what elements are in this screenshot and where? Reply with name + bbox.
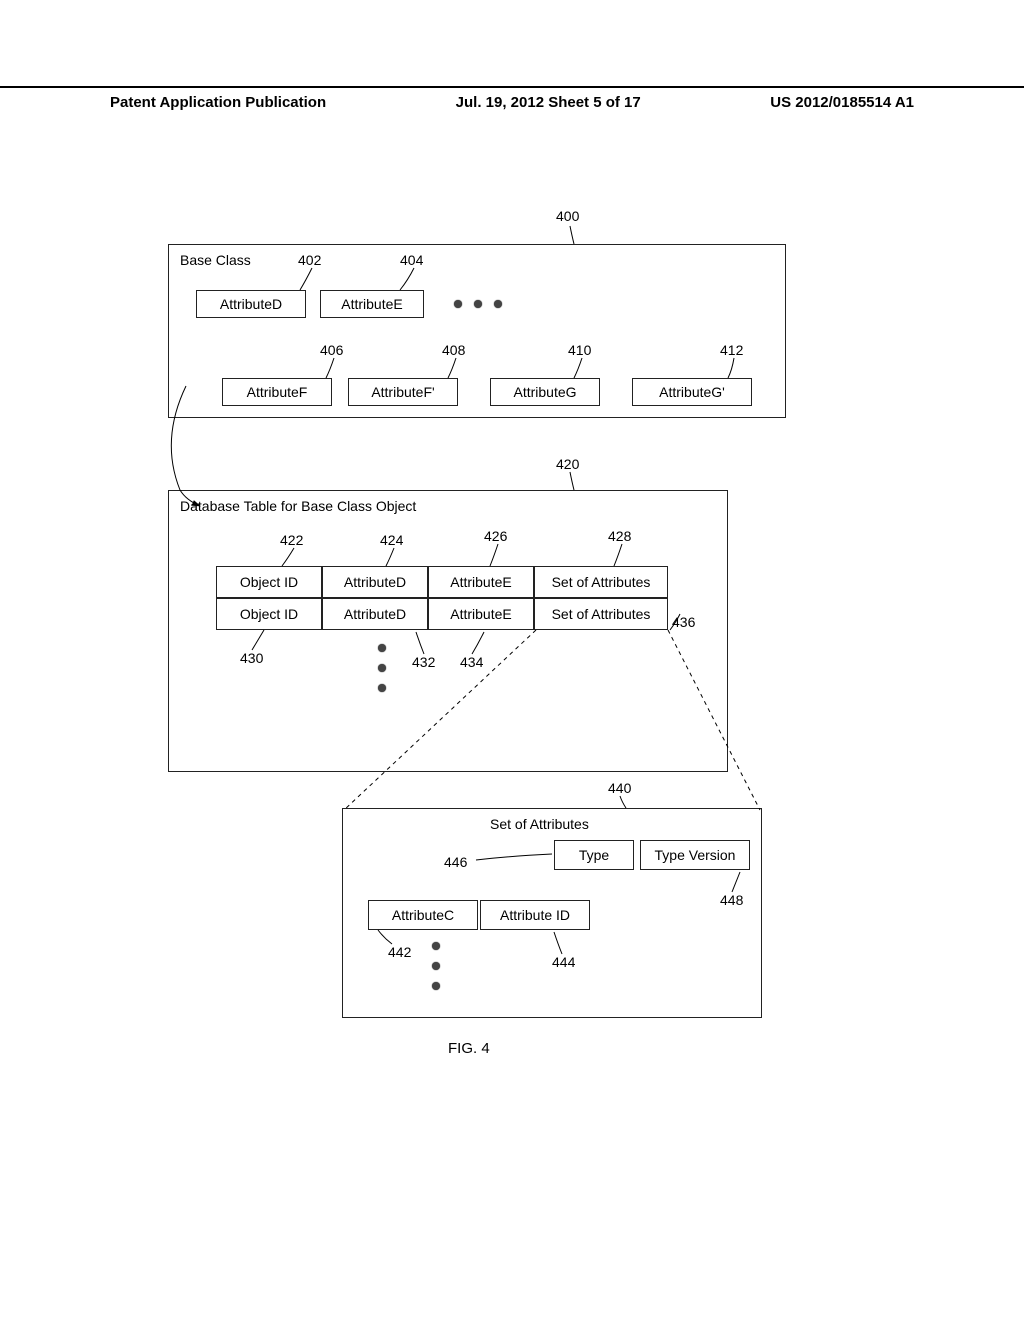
db-table-box <box>168 490 728 772</box>
db-row2-attribute-d: AttributeD <box>322 598 428 630</box>
figure-caption: FIG. 4 <box>448 1040 490 1057</box>
db-row2-object-id: Object ID <box>216 598 322 630</box>
ref-430: 430 <box>240 650 263 666</box>
db-row2-attribute-e: AttributeE <box>428 598 534 630</box>
ref-432: 432 <box>412 654 435 670</box>
header-center: Jul. 19, 2012 Sheet 5 of 17 <box>456 88 641 111</box>
db-col-object-id: Object ID <box>216 566 322 598</box>
ref-406: 406 <box>320 342 343 358</box>
ref-442: 442 <box>388 944 411 960</box>
db-col-attribute-e: AttributeE <box>428 566 534 598</box>
ref-440: 440 <box>608 780 631 796</box>
set-attrs-title: Set of Attributes <box>490 816 589 832</box>
ref-412: 412 <box>720 342 743 358</box>
ref-408: 408 <box>442 342 465 358</box>
ref-410: 410 <box>568 342 591 358</box>
ellipsis-dot <box>432 962 440 970</box>
box-attribute-id: Attribute ID <box>480 900 590 930</box>
header-right: US 2012/0185514 A1 <box>770 88 914 111</box>
box-attribute-f-prime: AttributeF' <box>348 378 458 406</box>
ref-402: 402 <box>298 252 321 268</box>
ref-428: 428 <box>608 528 631 544</box>
page-header: Patent Application Publication Jul. 19, … <box>0 86 1024 111</box>
ellipsis-dot <box>378 664 386 672</box>
db-col-set-attrs: Set of Attributes <box>534 566 668 598</box>
box-attribute-g-prime: AttributeG' <box>632 378 752 406</box>
box-attribute-e: AttributeE <box>320 290 424 318</box>
ellipsis-dot <box>494 300 502 308</box>
ref-426: 426 <box>484 528 507 544</box>
ellipsis-dot <box>474 300 482 308</box>
box-attribute-g: AttributeG <box>490 378 600 406</box>
base-class-title: Base Class <box>180 252 251 268</box>
ref-424: 424 <box>380 532 403 548</box>
db-table-title: Database Table for Base Class Object <box>180 498 416 514</box>
box-attribute-d: AttributeD <box>196 290 306 318</box>
box-attribute-c: AttributeC <box>368 900 478 930</box>
box-type-version: Type Version <box>640 840 750 870</box>
ref-434: 434 <box>460 654 483 670</box>
ref-420: 420 <box>556 456 579 472</box>
ref-436: 436 <box>672 614 695 630</box>
ref-404: 404 <box>400 252 423 268</box>
ref-422: 422 <box>280 532 303 548</box>
ref-400: 400 <box>556 208 579 224</box>
ellipsis-dot <box>378 644 386 652</box>
header-left: Patent Application Publication <box>110 88 326 111</box>
box-type: Type <box>554 840 634 870</box>
ellipsis-dot <box>432 942 440 950</box>
ellipsis-dot <box>432 982 440 990</box>
ref-444: 444 <box>552 954 575 970</box>
ref-448: 448 <box>720 892 743 908</box>
ref-446: 446 <box>444 854 467 870</box>
ellipsis-dot <box>378 684 386 692</box>
db-row2-set-attrs: Set of Attributes <box>534 598 668 630</box>
db-col-attribute-d: AttributeD <box>322 566 428 598</box>
box-attribute-f: AttributeF <box>222 378 332 406</box>
ellipsis-dot <box>454 300 462 308</box>
